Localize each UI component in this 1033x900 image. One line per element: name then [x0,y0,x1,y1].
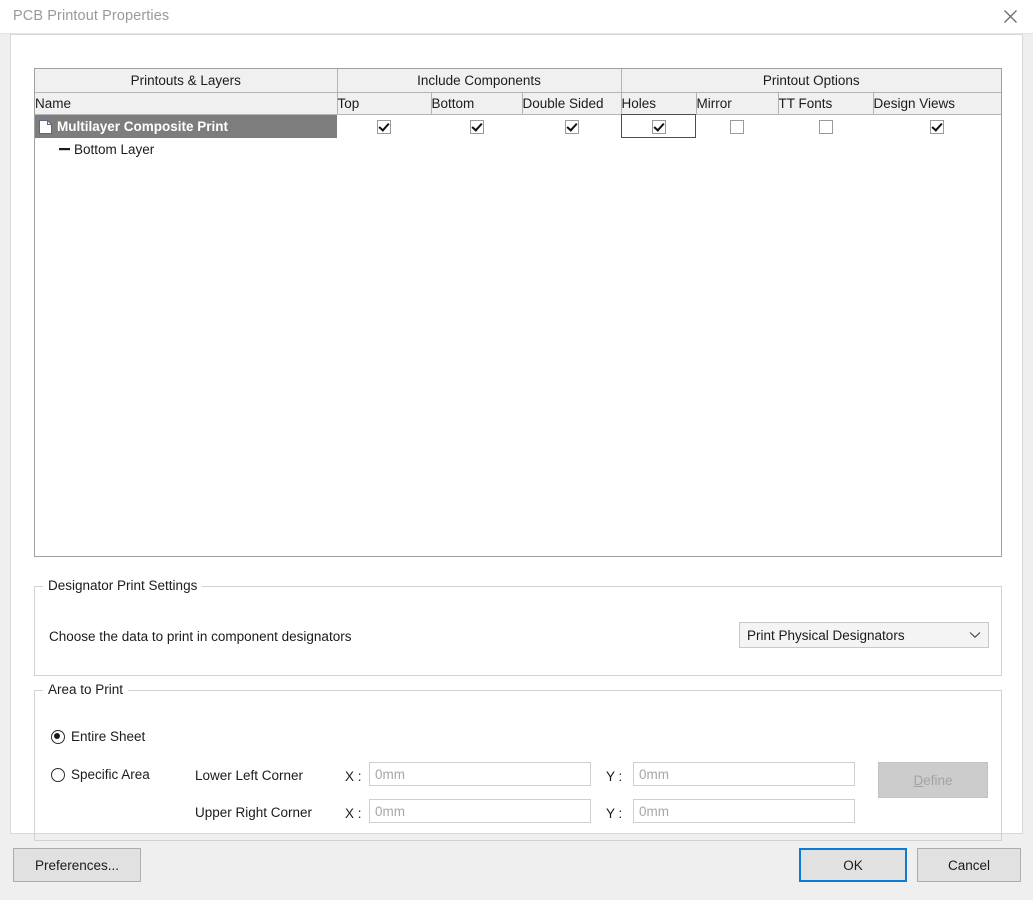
checkbox-design-views[interactable] [930,120,944,135]
area-to-print-group: Area to Print Entire Sheet Specific Area… [34,682,1002,841]
printouts-table[interactable]: Printouts & Layers Include Components Pr… [34,68,1002,557]
radio-entire-sheet[interactable]: Entire Sheet [51,729,145,744]
table-group-header-row: Printouts & Layers Include Components Pr… [35,69,1001,93]
chevron-down-icon [962,631,988,639]
cell-bottom[interactable] [431,114,522,138]
row-name-cell[interactable]: Bottom Layer [35,138,337,161]
radio-specific-area-indicator [51,767,65,782]
upper-right-y-input[interactable] [633,799,855,823]
table-column-header-row: Name Top Bottom Double Sided Holes Mirro… [35,92,1001,115]
cell-holes[interactable] [621,113,696,138]
group-header-printouts-layers[interactable]: Printouts & Layers [35,69,338,93]
layer-dash-icon [59,142,72,157]
area-group-title: Area to Print [43,682,129,697]
radio-specific-area[interactable]: Specific Area [51,767,150,782]
lower-left-x-label: X : [345,769,362,784]
cell-tt-fonts[interactable] [778,138,873,161]
define-button-label: Define [913,772,953,788]
group-header-printout-options[interactable]: Printout Options [621,69,1001,93]
row-name-label: Multilayer Composite Print [57,119,229,134]
checkbox-bottom[interactable] [469,120,484,135]
cell-holes[interactable] [621,138,696,161]
document-icon [39,119,52,134]
preferences-button-label: Preferences... [34,857,120,873]
column-header-mirror[interactable]: Mirror [696,92,779,115]
cell-mirror[interactable] [696,114,778,138]
table-row[interactable]: Multilayer Composite Print [35,113,1001,138]
upper-right-x-input[interactable] [369,799,591,823]
checkbox-mirror[interactable] [730,120,744,135]
column-header-design-views[interactable]: Design Views [873,92,1001,115]
column-header-name[interactable]: Name [35,92,338,115]
column-header-double-sided[interactable]: Double Sided [522,92,622,115]
checkbox-holes[interactable] [651,120,666,135]
cell-tt-fonts[interactable] [778,114,873,138]
ok-button-label: OK [843,857,863,873]
radio-specific-area-label: Specific Area [71,767,150,782]
cell-double-sided[interactable] [522,114,621,138]
cell-top[interactable] [337,114,431,138]
dialog-content-panel: Printouts & Layers Include Components Pr… [10,34,1023,841]
title-bar: PCB Printout Properties [0,0,1033,34]
lower-left-y-input[interactable] [633,762,855,786]
radio-entire-sheet-label: Entire Sheet [71,729,146,744]
upper-right-y-label: Y : [606,806,623,821]
cell-bottom[interactable] [431,138,522,161]
checkbox-top[interactable] [377,120,391,135]
designator-print-settings-group: Designator Print Settings Choose the dat… [34,578,1002,676]
radio-entire-sheet-indicator [51,729,65,744]
ok-button[interactable]: OK [799,848,907,882]
window-title: PCB Printout Properties [13,8,170,24]
upper-right-x-label: X : [345,806,362,821]
cell-design-views[interactable] [873,114,1001,138]
column-header-top[interactable]: Top [337,92,432,115]
cancel-button-label: Cancel [947,857,991,873]
designator-dropdown[interactable]: Print Physical Designators [739,622,989,648]
designator-dropdown-value: Print Physical Designators [747,627,905,643]
preferences-button[interactable]: Preferences... [13,848,141,882]
cell-design-views[interactable] [873,138,1001,161]
column-header-tt-fonts[interactable]: TT Fonts [778,92,874,115]
row-name-label: Bottom Layer [74,142,155,157]
define-button[interactable]: Define [878,762,988,798]
column-header-holes[interactable]: Holes [621,92,697,115]
designator-description-label: Choose the data to print in component de… [49,629,352,644]
lower-left-x-input[interactable] [369,762,591,786]
table-row[interactable]: Bottom Layer [35,138,1001,161]
cell-top[interactable] [337,138,431,161]
upper-right-corner-label: Upper Right Corner [195,805,313,820]
close-button[interactable] [987,0,1033,33]
lower-left-y-label: Y : [606,769,623,784]
designator-group-title: Designator Print Settings [43,578,203,593]
checkbox-double-sided[interactable] [564,120,579,135]
lower-left-corner-label: Lower Left Corner [195,768,304,783]
checkbox-tt-fonts[interactable] [818,120,833,135]
cell-double-sided[interactable] [522,138,621,161]
cancel-button[interactable]: Cancel [917,848,1021,882]
group-header-include-components[interactable]: Include Components [337,69,622,93]
cell-mirror[interactable] [696,138,778,161]
row-name-cell[interactable]: Multilayer Composite Print [35,114,337,138]
column-header-bottom[interactable]: Bottom [431,92,523,115]
close-icon [1003,9,1018,24]
